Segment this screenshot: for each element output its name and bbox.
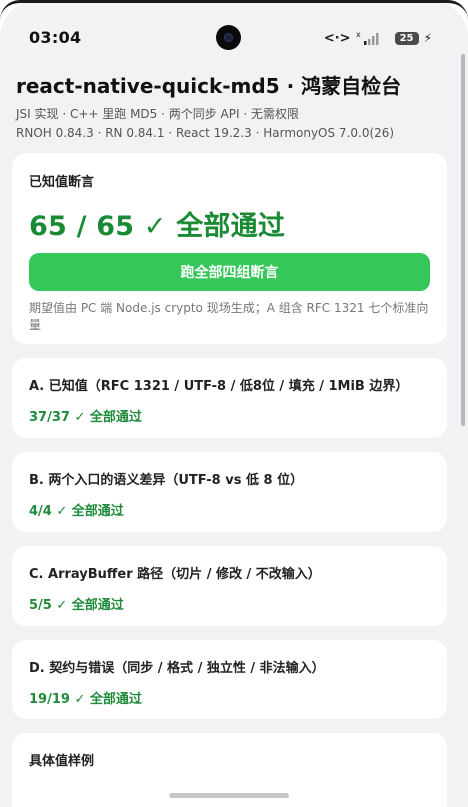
charging-icon: ⚡ [423, 31, 432, 45]
group-card-c[interactable]: C. ArrayBuffer 路径（切片 / 修改 / 不改输入） 5/5 ✓ … [12, 546, 447, 626]
group-card-b[interactable]: B. 两个入口的语义差异（UTF-8 vs 低 8 位） 4/4 ✓ 全部通过 [12, 452, 447, 532]
page-subtitle: JSI 实现 · C++ 里跑 MD5 · 两个同步 API · 无需权限 [16, 107, 299, 121]
group-card-d[interactable]: D. 契约与错误（同步 / 格式 / 独立性 / 非法输入） 19/19 ✓ 全… [12, 640, 447, 719]
front-camera [216, 25, 241, 50]
known-values-card: 已知值断言 65 / 65 ✓ 全部通过 跑全部四组断言 期望值由 PC 端 N… [12, 153, 447, 344]
app-screen: 03:04 <·> x 25 ⚡ react-native-quick-md5 … [0, 0, 468, 807]
group-heading: B. 两个入口的语义差异（UTF-8 vs 低 8 位） [29, 473, 304, 488]
card-heading: 具体值样例 [29, 754, 95, 769]
group-heading: D. 契约与错误（同步 / 格式 / 独立性 / 非法输入） [29, 661, 325, 676]
page-header: react-native-quick-md5 · 鸿蒙自检台 JSI 实现 · … [16, 70, 446, 140]
card-heading: 已知值断言 [29, 175, 95, 190]
camera-lens [224, 33, 233, 42]
battery-level: 25 [399, 32, 414, 44]
overall-result: 65 / 65 ✓ 全部通过 [29, 211, 286, 242]
home-indicator[interactable] [169, 793, 289, 798]
status-icons: <·> x 25 ⚡ [324, 30, 432, 46]
run-all-button[interactable]: 跑全部四组断言 [29, 253, 430, 291]
page-title: react-native-quick-md5 · 鸿蒙自检台 [16, 74, 402, 98]
network-icon: <·> [323, 30, 351, 46]
group-card-a[interactable]: A. 已知值（RFC 1321 / UTF-8 / 低8位 / 填充 / 1Mi… [12, 358, 447, 438]
status-bar: 03:04 <·> x 25 ⚡ [0, 0, 468, 76]
group-result: 37/37 ✓ 全部通过 [29, 410, 142, 425]
group-result: 19/19 ✓ 全部通过 [29, 692, 142, 707]
version-info: RNOH 0.84.3 · RN 0.84.1 · React 19.2.3 ·… [16, 126, 395, 140]
signal-label: x [356, 30, 361, 39]
status-time: 03:04 [29, 28, 82, 47]
signal-icon: x [356, 30, 379, 45]
scrollbar[interactable] [461, 54, 465, 426]
footnote: 期望值由 PC 端 Node.js crypto 现场生成；A 组含 RFC 1… [29, 301, 429, 332]
group-heading: A. 已知值（RFC 1321 / UTF-8 / 低8位 / 填充 / 1Mi… [29, 379, 409, 394]
battery-icon: 25 [394, 31, 419, 45]
group-result: 5/5 ✓ 全部通过 [29, 598, 124, 613]
group-result: 4/4 ✓ 全部通过 [29, 504, 124, 519]
group-heading: C. ArrayBuffer 路径（切片 / 修改 / 不改输入） [29, 567, 321, 582]
